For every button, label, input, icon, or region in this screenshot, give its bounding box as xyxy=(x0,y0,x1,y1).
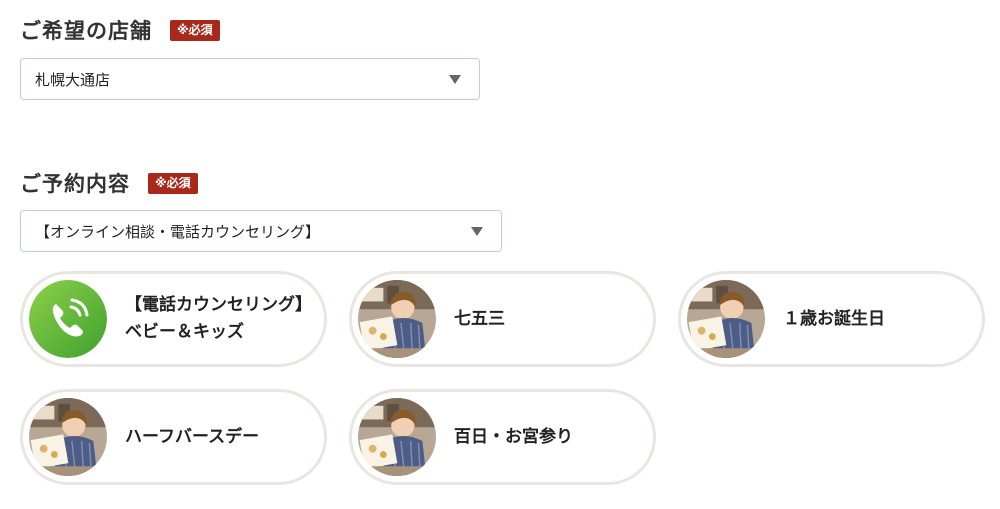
menu-card-label-line1: 百日・お宮参り xyxy=(454,426,573,447)
store-section-heading: ご希望の店舗 ※必須 xyxy=(20,15,220,45)
reservation-section-title: ご予約内容 xyxy=(20,172,130,196)
menu-card-label-line1: ハーフバースデー xyxy=(125,426,260,447)
menu-card-label-line1: １歳お誕生日 xyxy=(783,308,885,329)
store-select-value: 札幌大通店 xyxy=(35,70,111,89)
reservation-form: ご希望の店舗 ※必須 札幌大通店 ご予約内容 ※必須 【オンライン相談・電話カウ… xyxy=(0,0,1000,509)
menu-card-omiyamairi[interactable]: 百日・お宮参り xyxy=(349,389,656,485)
dropdown-arrow-icon xyxy=(449,75,461,84)
menu-card-label-line2: ベビー＆キッズ xyxy=(125,322,244,342)
menu-card-first-birthday[interactable]: １歳お誕生日 xyxy=(678,271,985,367)
store-section-title: ご希望の店舗 xyxy=(20,19,152,43)
reservation-select-value: 【オンライン相談・電話カウンセリング】 xyxy=(35,222,321,241)
dropdown-arrow-icon xyxy=(471,227,483,236)
menu-card-half-birthday[interactable]: ハーフバースデー xyxy=(20,389,327,485)
menu-card-label-line1: 七五三 xyxy=(454,308,505,329)
menu-card-label: 百日・お宮参り xyxy=(454,392,573,482)
reservation-section-heading: ご予約内容 ※必須 xyxy=(20,168,198,198)
menu-card-label-line1: 【電話カウンセリング】 xyxy=(125,295,312,315)
required-badge: ※必須 xyxy=(170,19,220,41)
reservation-select[interactable]: 【オンライン相談・電話カウンセリング】 xyxy=(20,210,502,252)
menu-card-label: 七五三 xyxy=(454,274,505,364)
menu-card-label: １歳お誕生日 xyxy=(783,274,885,364)
menu-card-label: ハーフバースデー xyxy=(125,392,259,482)
menu-card-phone-counseling[interactable]: 【電話カウンセリング】 ベビー＆キッズ xyxy=(20,271,327,367)
menu-card-label: 【電話カウンセリング】 ベビー＆キッズ xyxy=(125,274,312,364)
menu-card-shichigosan[interactable]: 七五三 xyxy=(349,271,656,367)
store-select[interactable]: 札幌大通店 xyxy=(20,58,480,100)
photo-thumbnail xyxy=(358,398,436,476)
photo-thumbnail xyxy=(358,280,436,358)
required-badge: ※必須 xyxy=(148,172,198,194)
photo-thumbnail xyxy=(687,280,765,358)
phone-icon xyxy=(29,280,107,358)
photo-thumbnail xyxy=(29,398,107,476)
